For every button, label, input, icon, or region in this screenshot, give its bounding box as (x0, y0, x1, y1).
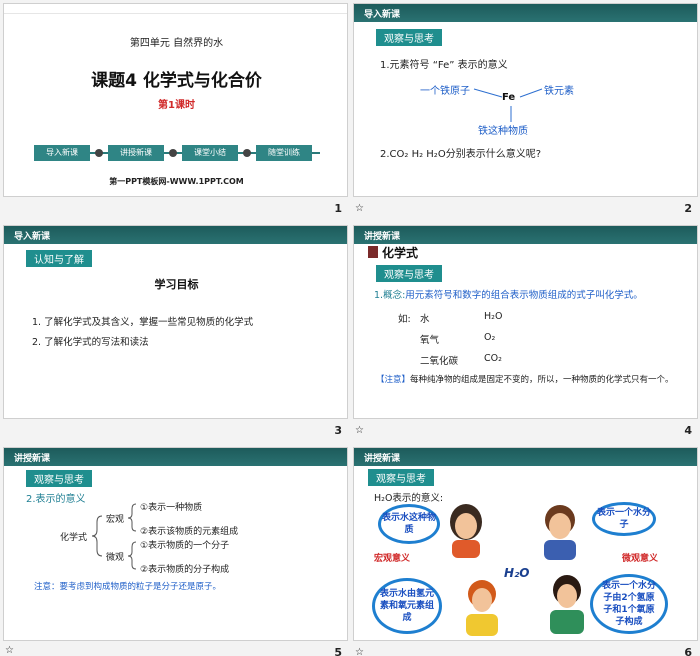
slide-thumbnail-3[interactable]: 导入新课 认知与了解 学习目标 1. 了解化学式及其含义，掌握一些常见物质的化学… (3, 225, 348, 443)
slide-4: 讲授新课 化学式 观察与思考 1.概念:用元素符号和数字的组合表示物质组成的式子… (353, 225, 698, 419)
question-2: 2.CO₂ H₂ H₂O分别表示什么意义呢? (380, 149, 541, 160)
root-label: 化学式 (60, 533, 88, 543)
fe-meaning-diagram (473, 88, 543, 122)
person-illustration (450, 504, 482, 558)
lesson-subtitle: 第1课时 (158, 100, 195, 111)
concept-line: 1.概念:用元素符号和数字的组合表示物质组成的式子叫化学式。 (374, 287, 694, 301)
nav-dot (95, 149, 103, 157)
header-label: 导入新课 (14, 232, 51, 242)
header-label: 讲授新课 (364, 454, 401, 464)
slide-top-strip (4, 4, 347, 14)
slide-header-bar: 导入新课 (4, 226, 347, 244)
example-name: 氧气 (420, 335, 440, 346)
slide-number: 1 (334, 202, 342, 215)
bubble-molecule: 表示一个水分子 (592, 502, 656, 536)
example-name: 二氧化碳 (420, 356, 459, 367)
note-label: 【注意】 (376, 375, 411, 385)
slide-number: 2 (684, 202, 692, 215)
star-icon: ☆ (355, 647, 364, 656)
slide-number: 3 (334, 424, 342, 437)
example-formula: CO₂ (484, 353, 502, 364)
example-name: 水 (420, 314, 430, 325)
site-watermark: 第一PPT模板网-WWW.1PPT.COM (109, 177, 244, 186)
section-marker (368, 246, 378, 258)
slide-5: 讲授新课 观察与思考 2.表示的意义 化学式 宏观 微观 ①表示一种物质 ②表示… (3, 447, 348, 641)
slide-footer: ☆ 2 (353, 199, 698, 219)
meaning-element: 铁元素 (544, 86, 574, 97)
section-tag: 认知与了解 (26, 250, 92, 267)
bubble-composition: 表示水由氢元素和氧元素组成 (372, 578, 442, 634)
note-text: 注意：要考虑到构成物质的粒子是分子还是原子。 (34, 582, 222, 592)
goal-item: 1. 了解化学式及其含义，掌握一些常见物质的化学式 (32, 317, 254, 328)
micro-meaning-label: 微观意义 (622, 554, 659, 564)
slide-title: 课题4 化学式与化合价 (91, 71, 262, 91)
nav-button-summary[interactable]: 课堂小结 (182, 145, 238, 161)
person-illustration (550, 575, 584, 634)
star-icon: ☆ (355, 425, 364, 436)
fe-symbol: Fe (502, 92, 516, 103)
bubble-substance: 表示水这种物质 (378, 504, 440, 544)
meaning-item: ②表示物质的分子构成 (140, 565, 230, 575)
slide-thumbnail-5[interactable]: 讲授新课 观察与思考 2.表示的意义 化学式 宏观 微观 ①表示一种物质 ②表示… (3, 447, 348, 656)
slide-thumbnail-6[interactable]: 讲授新课 观察与思考 H₂O表示的意义: 表示水这种物质 表示一个水分子 表示水… (353, 447, 698, 656)
macro-meaning-label: 宏观意义 (374, 554, 411, 564)
slide-number: 6 (684, 646, 692, 656)
meaning-item: ①表示物质的一个分子 (140, 541, 230, 551)
goals-heading: 学习目标 (154, 278, 199, 291)
concept-text: 用元素符号和数字的组合表示物质组成的式子叫化学式。 (405, 290, 643, 301)
slide-footer: ☆ 6 (353, 643, 698, 656)
slide-number: 4 (684, 424, 692, 437)
note-block: 【注意】每种纯净物的组成是固定不变的，所以，一种物质的化学式只有一个。 (376, 373, 686, 387)
macro-label: 宏观 (106, 515, 125, 525)
meaning-heading: H₂O表示的意义: (374, 493, 444, 504)
meaning-substance: 铁这种物质 (478, 126, 528, 137)
slide-thumbnail-1[interactable]: 第四单元 自然界的水 课题4 化学式与化合价 第1课时 导入新课 讲授新课 课堂… (3, 3, 348, 221)
slide-footer: 1 (3, 199, 348, 219)
lesson-nav-bar: 导入新课 讲授新课 课堂小结 随堂训练 (34, 145, 320, 161)
nav-button-practice[interactable]: 随堂训练 (256, 145, 312, 161)
nav-dot (169, 149, 177, 157)
slide-footer: 3 (3, 421, 348, 441)
slide-footer: 5 (3, 643, 348, 656)
section-tag: 观察与思考 (376, 265, 442, 282)
slide-header-bar: 讲授新课 (354, 226, 697, 244)
person-illustration (544, 505, 576, 560)
slide-2: 导入新课 观察与思考 1.元素符号 “Fe” 表示的意义 Fe 一个铁原子 铁元… (353, 3, 698, 197)
example-formula: O₂ (484, 332, 496, 343)
meaning-item: ①表示一种物质 (140, 503, 203, 513)
bubble-structure: 表示一个水分子由2个氢原子和1个氧原子构成 (590, 574, 668, 634)
slide-3: 导入新课 认知与了解 学习目标 1. 了解化学式及其含义，掌握一些常见物质的化学… (3, 225, 348, 419)
micro-label: 微观 (106, 553, 125, 563)
person-illustration (466, 580, 498, 636)
nav-button-intro[interactable]: 导入新课 (34, 145, 90, 161)
meaning-atom: 一个铁原子 (420, 86, 470, 97)
slide-thumbnail-4[interactable]: 讲授新课 化学式 观察与思考 1.概念:用元素符号和数字的组合表示物质组成的式子… (353, 225, 698, 443)
unit-label: 第四单元 自然界的水 (129, 38, 224, 49)
slide-thumbnail-2[interactable]: 导入新课 观察与思考 1.元素符号 “Fe” 表示的意义 Fe 一个铁原子 铁元… (353, 3, 698, 221)
examples-prefix: 如: (398, 314, 411, 325)
note-text: 每种纯净物的组成是固定不变的，所以，一种物质的化学式只有一个。 (410, 375, 674, 385)
h2o-formula: H₂O (504, 566, 530, 580)
slide-footer: ☆ 4 (353, 421, 698, 441)
goal-item: 2. 了解化学式的写法和读法 (32, 337, 149, 348)
star-icon: ☆ (355, 203, 364, 214)
star-icon: ☆ (5, 645, 14, 656)
header-label: 讲授新课 (364, 232, 401, 242)
section-tag: 观察与思考 (368, 469, 434, 486)
slide-number: 5 (334, 646, 342, 656)
meaning-item: ②表示该物质的元素组成 (140, 527, 239, 537)
nav-dot (243, 149, 251, 157)
slide-6: 讲授新课 观察与思考 H₂O表示的意义: 表示水这种物质 表示一个水分子 表示水… (353, 447, 698, 641)
section-heading: 化学式 (382, 246, 419, 260)
example-formula: H₂O (484, 311, 503, 322)
slide-1: 第四单元 自然界的水 课题4 化学式与化合价 第1课时 导入新课 讲授新课 课堂… (3, 3, 348, 197)
concept-label: 1.概念: (374, 290, 406, 301)
nav-button-teach[interactable]: 讲授新课 (108, 145, 164, 161)
slide-header-bar: 讲授新课 (354, 448, 697, 466)
